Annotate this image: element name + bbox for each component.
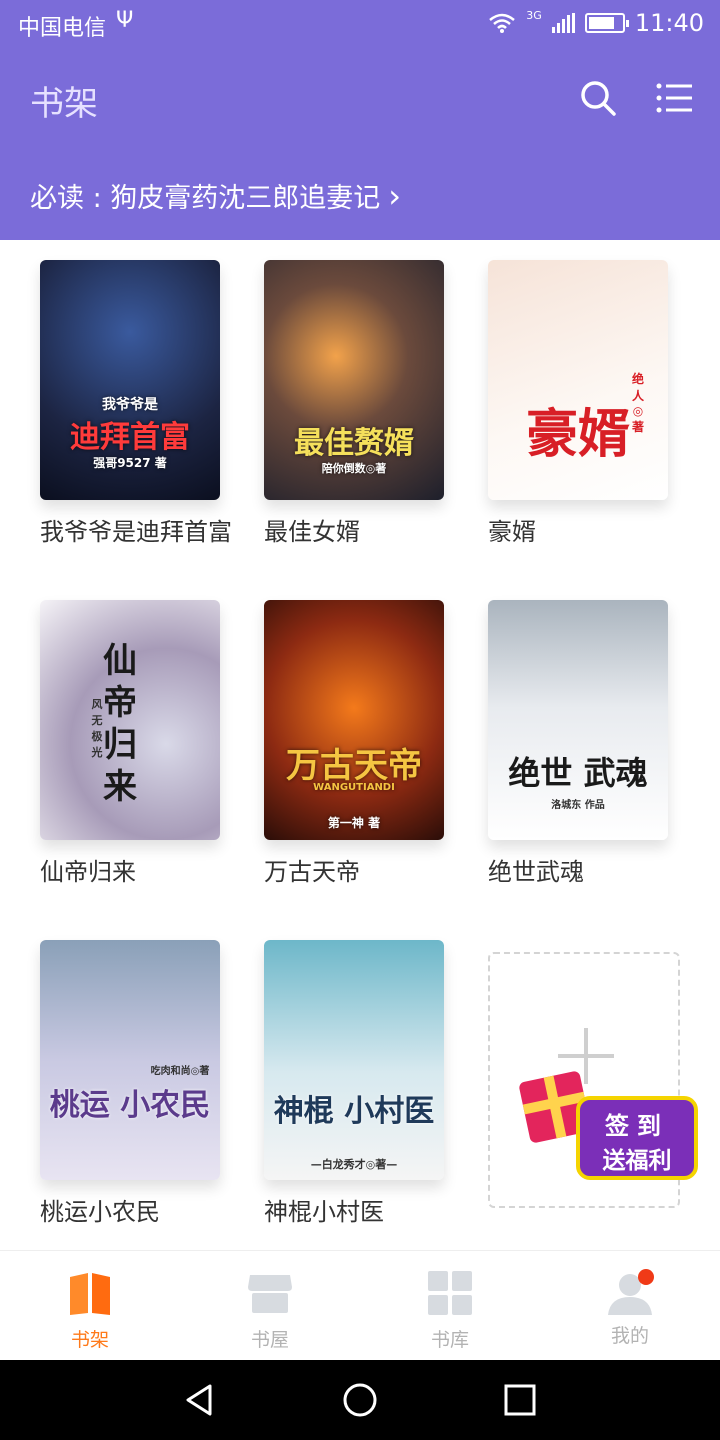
tab-label: 我的 <box>610 1325 649 1347</box>
cover-author: —白龙秀才◎著— <box>310 1158 398 1171</box>
cover-author: 吃肉和尚◎著 <box>150 1066 210 1077</box>
home-icon[interactable] <box>342 1382 378 1418</box>
cover-subtitle: WANGUTIANDI <box>313 782 395 793</box>
recents-icon[interactable] <box>502 1382 538 1418</box>
cover-author: 风无极光 <box>91 698 103 759</box>
signin-promo-button[interactable]: 签到 送福利 <box>518 1066 700 1186</box>
cover-title: 绝世 武魂 <box>508 754 648 792</box>
cover-author: 洛城东 作品 <box>551 800 605 811</box>
book-cover: 仙帝归来 风无极光 <box>40 600 220 840</box>
battery-fill <box>588 17 615 29</box>
must-read-banner[interactable]: 必读 : 狗皮膏药沈三郎追妻记 › <box>30 176 401 215</box>
system-nav-bar <box>0 1360 720 1440</box>
status-right: 3G 11:40 <box>488 9 704 37</box>
cover-title: 最佳赘婿 <box>294 426 414 461</box>
book-item[interactable]: 桃运 小农民 吃肉和尚◎著 桃运小农民 <box>40 940 264 1227</box>
book-cover: 我爷爷是 迪拜首富 强哥9527 著 <box>40 260 220 500</box>
chevron-right-icon: › <box>388 176 402 215</box>
signal-icon <box>551 13 575 33</box>
book-title: 桃运小农民 <box>40 1198 160 1226</box>
bottom-tab-bar: 书架 书屋 书库 我的 <box>0 1250 720 1360</box>
clock: 11:40 <box>634 9 704 37</box>
cover-title: 仙帝归来 <box>103 641 137 807</box>
page-title: 书架 <box>30 84 98 124</box>
tab-bookshelf[interactable]: 书架 <box>30 1269 150 1352</box>
back-icon[interactable] <box>182 1382 218 1418</box>
book-item[interactable]: 神棍 小村医 —白龙秀才◎著— 神棍小村医 <box>264 940 488 1227</box>
signin-line2: 送福利 <box>602 1148 672 1174</box>
book-item[interactable]: 最佳赘婿 陪你倒数◎著 最佳女婿 <box>264 260 488 547</box>
profile-icon <box>606 1269 654 1317</box>
tab-label: 书屋 <box>250 1329 289 1351</box>
status-bar: 中国电信 Ψ 3G 11:40 <box>0 0 720 52</box>
tab-profile[interactable]: 我的 <box>570 1269 690 1348</box>
notification-badge <box>638 1269 654 1285</box>
book-item[interactable]: 豪婿 绝人◎著 豪婿 <box>488 260 712 547</box>
must-read-text: 必读 : 狗皮膏药沈三郎追妻记 <box>30 183 381 214</box>
list-menu-icon[interactable] <box>654 78 694 118</box>
book-title: 万古天帝 <box>264 858 360 886</box>
book-cover: 豪婿 绝人◎著 <box>488 260 668 500</box>
cover-subtitle: 我爷爷是 <box>102 397 158 413</box>
cover-author: 第一神 著 <box>327 816 381 830</box>
signin-badge: 签到 送福利 <box>576 1096 698 1180</box>
network-label: 3G <box>526 9 542 22</box>
battery-icon <box>584 13 629 33</box>
cover-title: 神棍 小村医 <box>273 1094 435 1129</box>
store-icon <box>248 1275 292 1313</box>
book-item[interactable]: 绝世 武魂 洛城东 作品 绝世武魂 <box>488 600 712 887</box>
tab-store[interactable]: 书屋 <box>210 1269 330 1352</box>
tab-library[interactable]: 书库 <box>390 1269 510 1352</box>
book-cover: 神棍 小村医 —白龙秀才◎著— <box>264 940 444 1180</box>
tab-label: 书库 <box>430 1329 469 1351</box>
book-title: 仙帝归来 <box>40 858 136 886</box>
book-item[interactable]: 我爷爷是 迪拜首富 强哥9527 著 我爷爷是迪拜首富 <box>40 260 264 547</box>
signin-line1: 签到 <box>605 1112 669 1140</box>
cover-author: 强哥9527 著 <box>93 456 167 470</box>
cover-author: 绝人◎著 <box>631 372 644 434</box>
grid-icon <box>428 1271 472 1315</box>
book-cover: 绝世 武魂 洛城东 作品 <box>488 600 668 840</box>
wifi-icon <box>489 13 516 33</box>
cover-author: 陪你倒数◎著 <box>321 462 387 475</box>
book-cover: 桃运 小农民 吃肉和尚◎著 <box>40 940 220 1180</box>
cover-title: 桃运 小农民 <box>49 1088 211 1123</box>
carrier-label: 中国电信 <box>18 16 107 41</box>
book-title: 最佳女婿 <box>264 518 360 546</box>
app-header: 中国电信 Ψ 3G 11:40 书架 必读 : 狗皮膏药沈三郎追妻记 › <box>0 0 720 240</box>
search-icon[interactable] <box>578 78 618 118</box>
book-item[interactable]: 仙帝归来 风无极光 仙帝归来 <box>40 600 264 887</box>
book-title: 豪婿 <box>488 518 536 546</box>
book-title: 绝世武魂 <box>488 858 584 886</box>
tab-label: 书架 <box>70 1329 109 1351</box>
cover-title: 万古天帝 <box>286 746 422 786</box>
book-cover: 最佳赘婿 陪你倒数◎著 <box>264 260 444 500</box>
book-title: 神棍小村医 <box>264 1198 384 1226</box>
book-cover: 万古天帝 WANGUTIANDI 第一神 著 <box>264 600 444 840</box>
bookshelf-icon <box>70 1273 110 1315</box>
book-item[interactable]: 万古天帝 WANGUTIANDI 第一神 著 万古天帝 <box>264 600 488 887</box>
usb-icon: Ψ <box>116 8 134 33</box>
cover-title: 迪拜首富 <box>70 420 190 455</box>
book-title: 我爷爷是迪拜首富 <box>40 518 232 546</box>
